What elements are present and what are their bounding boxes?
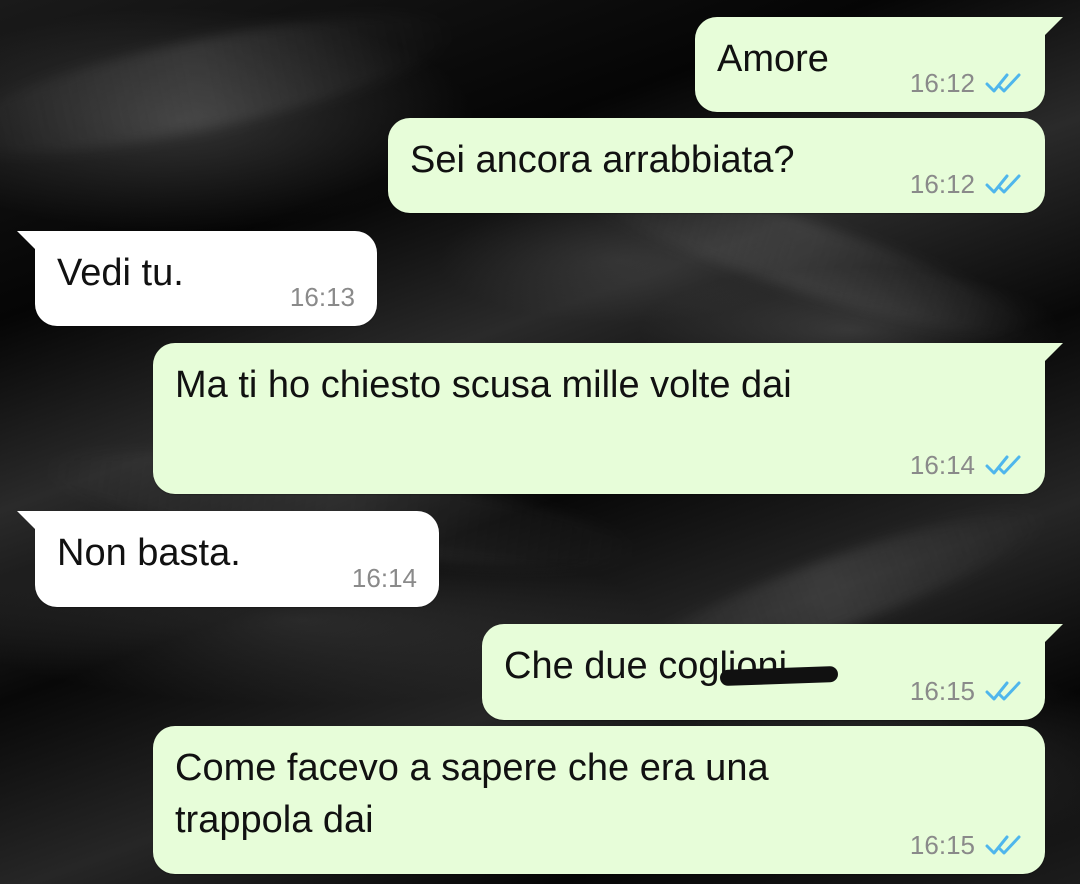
message-text: Non basta. — [57, 532, 241, 574]
message-meta: 16:15 — [910, 830, 1023, 860]
bubble-tail — [17, 231, 39, 253]
double-check-icon — [985, 455, 1021, 475]
scribble-redaction — [719, 665, 839, 687]
chat-message-outgoing[interactable]: Sei ancora arrabbiata? 16:12 — [388, 118, 1045, 213]
message-time: 16:12 — [909, 68, 975, 98]
message-meta: 16:14 — [352, 563, 417, 593]
message-time: 16:14 — [909, 450, 975, 480]
message-time: 16:15 — [909, 676, 975, 706]
bubble-tail — [1041, 624, 1063, 646]
message-text: Come facevo a sapere che era una trappol… — [175, 747, 769, 841]
chat-message-outgoing[interactable]: Ma ti ho chiesto scusa mille volte dai 1… — [153, 343, 1063, 494]
message-text: Vedi tu. — [57, 252, 184, 294]
message-meta: 16:12 — [910, 68, 1023, 98]
message-meta: 16:12 — [910, 169, 1023, 199]
message-text: Sei ancora arrabbiata? — [410, 139, 795, 181]
double-check-icon — [985, 835, 1021, 855]
message-time: 16:12 — [909, 169, 975, 199]
chat-message-incoming[interactable]: Non basta. 16:14 — [17, 511, 439, 607]
bubble-tail — [1041, 343, 1063, 365]
chat-message-outgoing[interactable]: Amore 16:12 — [695, 17, 1063, 112]
message-time: 16:14 — [351, 563, 417, 593]
chat-message-outgoing[interactable]: Come facevo a sapere che era una trappol… — [153, 726, 1045, 874]
message-text: Ma ti ho chiesto scusa mille volte dai — [175, 364, 792, 406]
double-check-icon — [985, 174, 1021, 194]
message-meta: 16:13 — [290, 282, 355, 312]
chat-message-outgoing[interactable]: Che due coglioni 16:15 — [482, 624, 1063, 720]
message-meta: 16:15 — [910, 676, 1023, 706]
message-time: 16:13 — [289, 282, 355, 312]
double-check-icon — [985, 73, 1021, 93]
message-text: Amore — [717, 38, 829, 80]
chat-message-incoming[interactable]: Vedi tu. 16:13 — [17, 231, 377, 326]
double-check-icon — [985, 681, 1021, 701]
message-meta: 16:14 — [910, 450, 1023, 480]
bubble-tail — [17, 511, 39, 533]
message-time: 16:15 — [909, 830, 975, 860]
bubble-tail — [1041, 17, 1063, 39]
